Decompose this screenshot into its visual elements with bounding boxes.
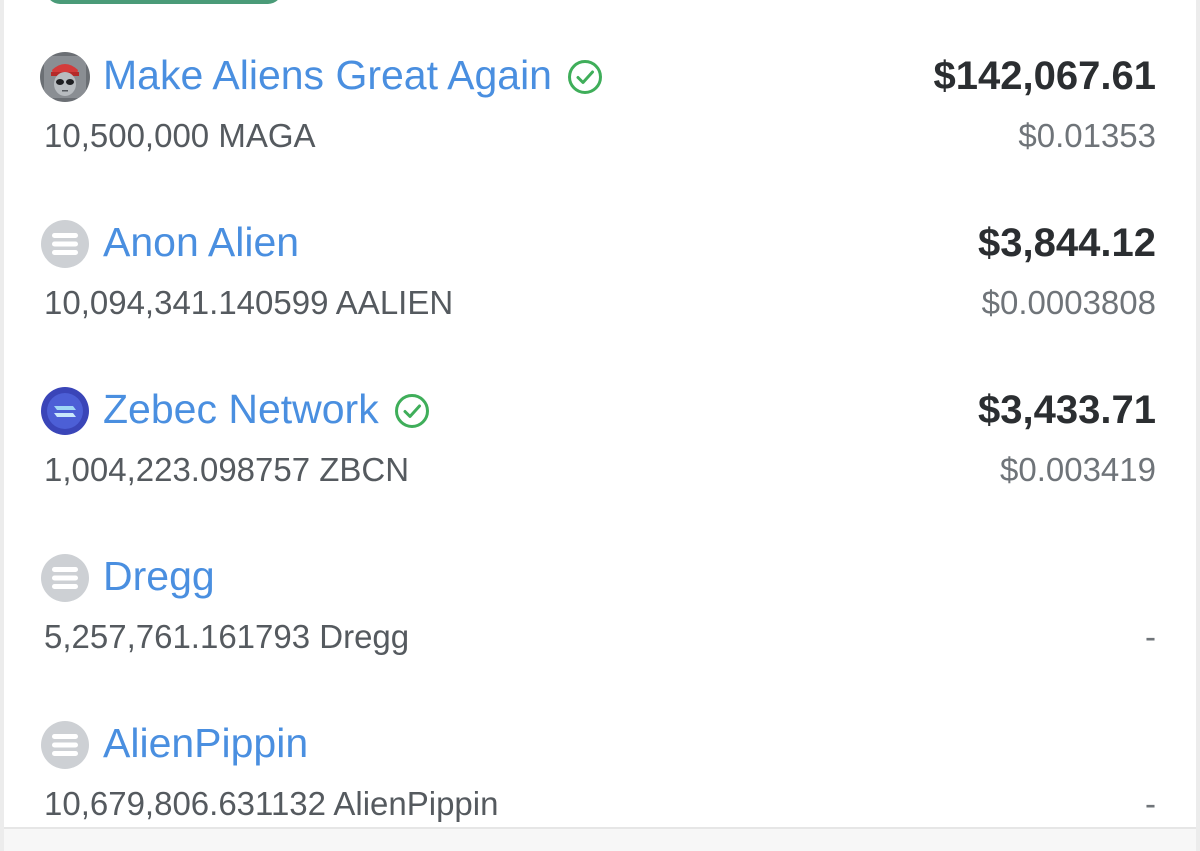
token-amount: 10,679,806.631132 AlienPippin	[44, 785, 499, 822]
token-holdings-panel: Make Aliens Great Again 10,500,000 MAGA …	[0, 0, 1200, 851]
alien-maga-avatar-icon	[40, 52, 90, 102]
token-price: $0.003419	[1000, 451, 1156, 488]
token-name-label[interactable]: AlienPippin	[103, 717, 308, 769]
token-name[interactable]: Dregg	[103, 550, 215, 602]
token-value: $142,067.61	[933, 54, 1156, 98]
token-row-zbcn[interactable]: Zebec Network 1,004,223.098757 ZBCN $3,4…	[4, 376, 1196, 543]
zebec-logo-icon	[40, 386, 90, 436]
top-action-button[interactable]	[46, 0, 282, 4]
token-value: $3,844.12	[978, 221, 1156, 265]
token-name[interactable]: Anon Alien	[103, 216, 299, 268]
token-value: $3,433.71	[978, 388, 1156, 432]
token-name[interactable]: AlienPippin	[103, 717, 308, 769]
token-price: $0.0003808	[981, 284, 1156, 321]
generic-token-icon	[40, 219, 90, 269]
token-amount: 10,094,341.140599 AALIEN	[44, 284, 454, 321]
token-price: -	[1145, 618, 1156, 655]
generic-token-icon	[40, 553, 90, 603]
token-amount: 10,500,000 MAGA	[44, 117, 316, 154]
token-row-maga[interactable]: Make Aliens Great Again 10,500,000 MAGA …	[4, 42, 1196, 209]
token-name-label[interactable]: Dregg	[103, 550, 215, 602]
token-name-label[interactable]: Anon Alien	[103, 216, 299, 268]
token-row-aalien[interactable]: Anon Alien 10,094,341.140599 AALIEN $3,8…	[4, 209, 1196, 376]
token-name-label[interactable]: Make Aliens Great Again	[103, 49, 552, 101]
verified-check-icon	[566, 56, 604, 94]
verified-check-icon	[393, 390, 431, 428]
token-amount: 5,257,761.161793 Dregg	[44, 618, 410, 655]
generic-token-icon	[40, 720, 90, 770]
panel-bottom-divider	[4, 827, 1196, 851]
token-name-label[interactable]: Zebec Network	[103, 383, 379, 435]
token-name[interactable]: Make Aliens Great Again	[103, 49, 604, 101]
token-price: $0.01353	[1018, 117, 1156, 154]
token-name[interactable]: Zebec Network	[103, 383, 431, 435]
token-amount: 1,004,223.098757 ZBCN	[44, 451, 410, 488]
token-price: -	[1145, 785, 1156, 822]
token-row-dregg[interactable]: Dregg 5,257,761.161793 Dregg -	[4, 543, 1196, 710]
